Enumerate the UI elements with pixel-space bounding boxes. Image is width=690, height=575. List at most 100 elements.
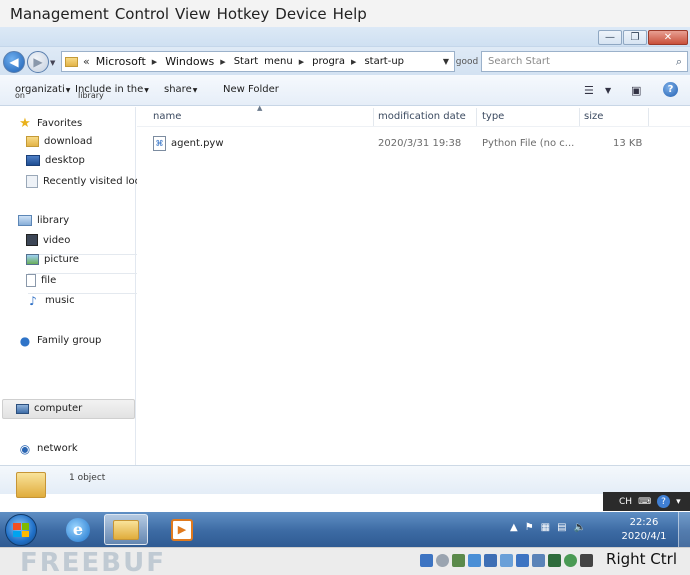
vm-device-icons: [420, 554, 596, 567]
usb-icon[interactable]: [484, 554, 497, 567]
back-button[interactable]: ◀: [3, 51, 25, 73]
windows-logo-icon: [13, 523, 29, 537]
python-file-icon: ⌘: [153, 136, 166, 151]
breadcrumb-arrow-icon[interactable]: ▶: [220, 58, 225, 66]
recent-pages-dropdown[interactable]: ▼: [50, 59, 55, 67]
file-list: ▲ name modification date type size ⌘ age…: [137, 104, 690, 465]
sidebar-item-family-group[interactable]: ● Family group: [18, 334, 102, 348]
new-folder-button[interactable]: New Folder: [223, 84, 279, 95]
network-icon: ◉: [19, 441, 31, 456]
column-separator[interactable]: [579, 108, 580, 126]
view-dropdown-icon[interactable]: ▼: [605, 86, 611, 95]
file-row[interactable]: ⌘ agent.pyw 2020/3/31 19:38 Python File …: [137, 134, 690, 154]
file-size: 13 KB: [613, 138, 643, 149]
sidebar-item-file[interactable]: file: [26, 274, 56, 287]
hard-disk-icon[interactable]: [420, 554, 433, 567]
sidebar-item-computer[interactable]: computer: [16, 403, 82, 414]
forward-button[interactable]: ▶: [27, 51, 49, 73]
library-icon: [18, 215, 32, 226]
device-icon[interactable]: ▦: [541, 522, 550, 533]
start-button[interactable]: [5, 514, 37, 546]
vm-menu-hotkey[interactable]: Hotkey: [217, 5, 270, 23]
optical-drive-icon[interactable]: [436, 554, 449, 567]
preview-pane-icon[interactable]: ▣: [631, 84, 641, 97]
column-separator[interactable]: [476, 108, 477, 126]
breadcrumb-menu[interactable]: menu: [264, 56, 293, 67]
vm-menu-management[interactable]: Management: [10, 5, 109, 23]
taskbar-windows-explorer[interactable]: [104, 514, 148, 545]
sidebar-item-network[interactable]: ◉ network: [18, 441, 78, 456]
column-header-size[interactable]: size: [584, 111, 603, 122]
breadcrumb-programs[interactable]: progra: [312, 56, 345, 67]
sidebar-item-favorites[interactable]: ★ Favorites: [18, 116, 82, 131]
search-input[interactable]: Search Start ⌕: [481, 51, 688, 72]
sidebar-item-desktop[interactable]: desktop: [26, 155, 85, 166]
audio-icon[interactable]: [452, 554, 465, 567]
vm-menu-device[interactable]: Device: [275, 5, 326, 23]
column-header-name[interactable]: name: [153, 111, 181, 122]
view-options-icon[interactable]: ☰: [584, 84, 594, 97]
action-center-flag-icon[interactable]: ⚑: [525, 522, 534, 533]
show-hidden-icons[interactable]: ▲: [510, 522, 518, 533]
explorer-window: — ❐ ✕ ◀ ▶ ▼ « Microsoft ▶ Windows ▶ Star…: [0, 27, 690, 498]
sidebar-item-picture[interactable]: picture: [26, 254, 79, 265]
sidebar-item-label: video: [43, 234, 71, 246]
vm-menu-view[interactable]: View: [175, 5, 211, 23]
sidebar-item-download[interactable]: download: [26, 136, 92, 147]
breadcrumb-startup[interactable]: start-up: [364, 56, 404, 67]
virtualization-icon[interactable]: [548, 554, 561, 567]
search-icon[interactable]: ⌕: [676, 55, 682, 69]
breadcrumb-start[interactable]: Start: [234, 56, 258, 67]
command-bar: organizati▼ on Include in the▼ library s…: [0, 75, 690, 106]
column-separator[interactable]: [648, 108, 649, 126]
language-indicator[interactable]: CH: [619, 497, 632, 507]
breadcrumb-arrow-icon[interactable]: ▶: [299, 58, 304, 66]
network-tray-icon[interactable]: ▤: [557, 522, 566, 533]
minimize-button[interactable]: —: [598, 30, 622, 45]
address-dropdown-icon[interactable]: ▼: [443, 57, 449, 66]
share-button[interactable]: share▼: [164, 84, 197, 95]
sidebar-item-label: network: [37, 443, 78, 454]
sidebar-item-music[interactable]: ♪ music: [26, 293, 74, 308]
overflow-chevron-icon[interactable]: «: [83, 55, 90, 68]
guest-additions-icon[interactable]: [564, 554, 577, 567]
network-adapter-icon[interactable]: [468, 554, 481, 567]
restore-button[interactable]: ❐: [623, 30, 647, 45]
go-button[interactable]: good: [456, 51, 478, 72]
clock[interactable]: 22:26 2020/4/1: [618, 516, 670, 544]
vm-status-bar: FREEBUF Right Ctrl: [0, 547, 690, 575]
column-separator[interactable]: [373, 108, 374, 126]
breadcrumb-windows[interactable]: Windows: [165, 55, 214, 68]
breadcrumb-microsoft[interactable]: Microsoft: [96, 55, 146, 68]
volume-icon[interactable]: 🔈: [574, 522, 586, 533]
shared-folder-icon[interactable]: [500, 554, 513, 567]
column-header-modified[interactable]: modification date: [378, 111, 466, 122]
sidebar-item-label: file: [41, 275, 57, 286]
sidebar-item-label: computer: [34, 403, 83, 414]
keyboard-icon[interactable]: ⌨: [638, 497, 651, 507]
mouse-integration-icon[interactable]: [580, 554, 593, 567]
sidebar-item-label: download: [44, 136, 93, 147]
help-icon[interactable]: ?: [663, 82, 678, 97]
vm-menu-help[interactable]: Help: [333, 5, 367, 23]
sidebar-item-video[interactable]: video: [26, 234, 70, 246]
sidebar-item-library[interactable]: library: [18, 215, 69, 226]
close-button[interactable]: ✕: [648, 30, 688, 45]
music-icon: ♪: [29, 293, 37, 308]
address-bar[interactable]: « Microsoft ▶ Windows ▶ Start menu ▶ pro…: [61, 51, 455, 72]
video-capture-icon[interactable]: [532, 554, 545, 567]
breadcrumb-arrow-icon[interactable]: ▶: [152, 58, 157, 66]
system-tray: ▲ ⚑ ▦ ▤ 🔈: [510, 522, 593, 533]
column-header-type[interactable]: type: [482, 111, 504, 122]
title-bar: — ❐ ✕: [0, 27, 690, 47]
taskbar-media-player[interactable]: ▶: [160, 514, 204, 545]
show-desktop-button[interactable]: [678, 512, 690, 547]
help-icon[interactable]: ?: [657, 495, 671, 508]
file-name: agent.pyw: [171, 138, 224, 149]
taskbar-internet-explorer[interactable]: e: [56, 514, 100, 545]
breadcrumb-arrow-icon[interactable]: ▶: [351, 58, 356, 66]
options-icon[interactable]: ▾: [676, 497, 681, 507]
display-icon[interactable]: [516, 554, 529, 567]
vm-menu-control[interactable]: Control: [115, 5, 169, 23]
organize-sub-label: on: [15, 91, 25, 100]
